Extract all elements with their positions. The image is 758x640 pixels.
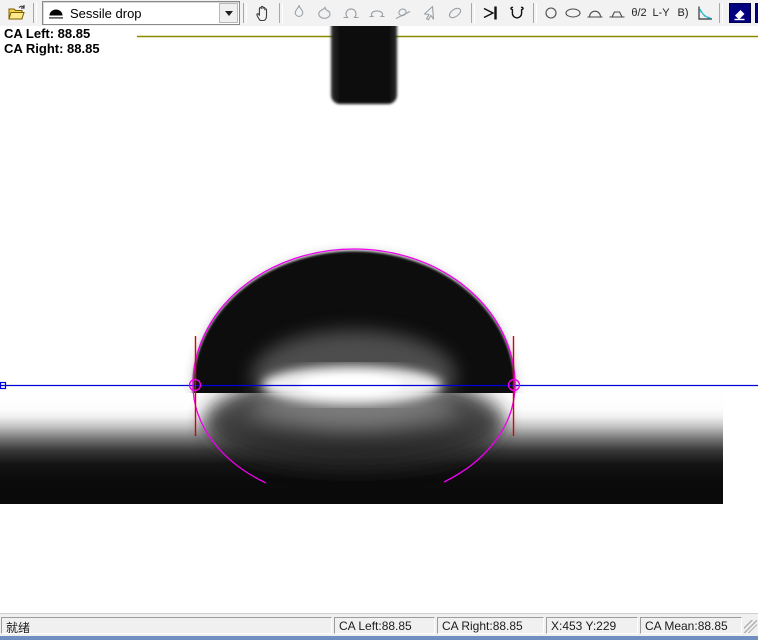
resize-grip[interactable] xyxy=(744,620,757,633)
flat-drop-baseline-icon xyxy=(367,3,387,23)
theta-half-method-button[interactable]: θ/2 xyxy=(628,2,650,24)
b-method-button[interactable]: B) xyxy=(672,2,694,24)
toolbar-separator xyxy=(33,3,37,23)
status-cursor-position: X:453 Y:229 xyxy=(546,617,638,634)
circle-fit-button[interactable] xyxy=(540,2,562,24)
window-bottom-border xyxy=(0,636,758,640)
tilted-drop-icon xyxy=(393,3,413,23)
trapezoid-baseline-fit-icon xyxy=(607,4,627,22)
toolbar-separator xyxy=(279,3,283,23)
toolbar: Sessile drop xyxy=(0,0,758,27)
combobox-dropdown-button[interactable] xyxy=(219,3,238,23)
slanted-ellipse-icon xyxy=(445,3,465,23)
pointer-tool-button[interactable] xyxy=(416,2,442,24)
sessile-drop-icon xyxy=(315,3,335,23)
flat-oval-fit-button[interactable] xyxy=(562,2,584,24)
toolbar-separator xyxy=(243,3,247,23)
flat-drop-baseline-tool-button[interactable] xyxy=(364,2,390,24)
profile-chart-button[interactable] xyxy=(694,2,716,24)
open-file-button[interactable] xyxy=(4,2,30,24)
sessile-drop-tool-button[interactable] xyxy=(312,2,338,24)
status-bar: 就绪 CA Left:88.85 CA Right:88.85 X:453 Y:… xyxy=(0,613,758,636)
flat-oval-fit-icon xyxy=(563,4,583,22)
hand-pan-button[interactable] xyxy=(250,2,276,24)
pointer-arrow-icon xyxy=(419,3,439,23)
clear-annotations-button[interactable] xyxy=(728,2,752,24)
toolbar-separator xyxy=(533,3,537,23)
needle-calibration-button[interactable] xyxy=(478,2,504,24)
ca-right-readout: CA Right: 88.85 xyxy=(4,41,100,56)
status-ca-left: CA Left:88.85 xyxy=(334,617,435,634)
laplace-young-label: L-Y xyxy=(652,7,669,19)
open-folder-icon xyxy=(7,4,27,22)
method-preset-combobox[interactable]: Sessile drop xyxy=(42,1,240,25)
u-curve-icon xyxy=(506,3,528,23)
drop-image xyxy=(0,26,758,614)
tilted-drop-tool-button[interactable] xyxy=(390,2,416,24)
pendant-drop-icon xyxy=(289,3,309,23)
app-window: Sessile drop xyxy=(0,0,758,640)
status-ca-mean: CA Mean:88.85 xyxy=(640,617,742,634)
b-method-label: B) xyxy=(678,7,689,19)
chevron-down-icon xyxy=(225,11,233,16)
laplace-young-method-button[interactable]: L-Y xyxy=(650,2,672,24)
toolbar-separator xyxy=(719,3,723,23)
status-ca-right: CA Right:88.85 xyxy=(437,617,544,634)
auto-compute-button[interactable] xyxy=(754,2,758,24)
circle-drop-baseline-icon xyxy=(341,3,361,23)
dome-baseline-fit-icon xyxy=(585,4,605,22)
angle-readout-overlay: CA Left: 88.85 CA Right: 88.85 xyxy=(4,26,100,56)
status-ready: 就绪 xyxy=(1,617,332,634)
slanted-ellipse-tool-button[interactable] xyxy=(442,2,468,24)
profile-chart-icon xyxy=(695,4,715,22)
camera-view: CA Left: 88.85 CA Right: 88.85 xyxy=(0,26,758,614)
needle xyxy=(331,26,397,104)
ca-left-readout: CA Left: 88.85 xyxy=(4,26,100,41)
trapezoid-baseline-fit-button[interactable] xyxy=(606,2,628,24)
toolbar-separator xyxy=(471,3,475,23)
eraser-icon xyxy=(729,3,751,23)
u-curve-tool-button[interactable] xyxy=(504,2,530,24)
needle-calibration-icon xyxy=(480,3,502,23)
circle-drop-baseline-tool-button[interactable] xyxy=(338,2,364,24)
pendant-drop-tool-button[interactable] xyxy=(286,2,312,24)
theta-half-label: θ/2 xyxy=(631,7,646,19)
preset-combobox-value: Sessile drop xyxy=(70,6,219,21)
sessile-drop-glyph-icon xyxy=(48,7,64,19)
hand-icon xyxy=(253,3,273,23)
dome-baseline-fit-button[interactable] xyxy=(584,2,606,24)
circle-fit-icon xyxy=(542,4,560,22)
